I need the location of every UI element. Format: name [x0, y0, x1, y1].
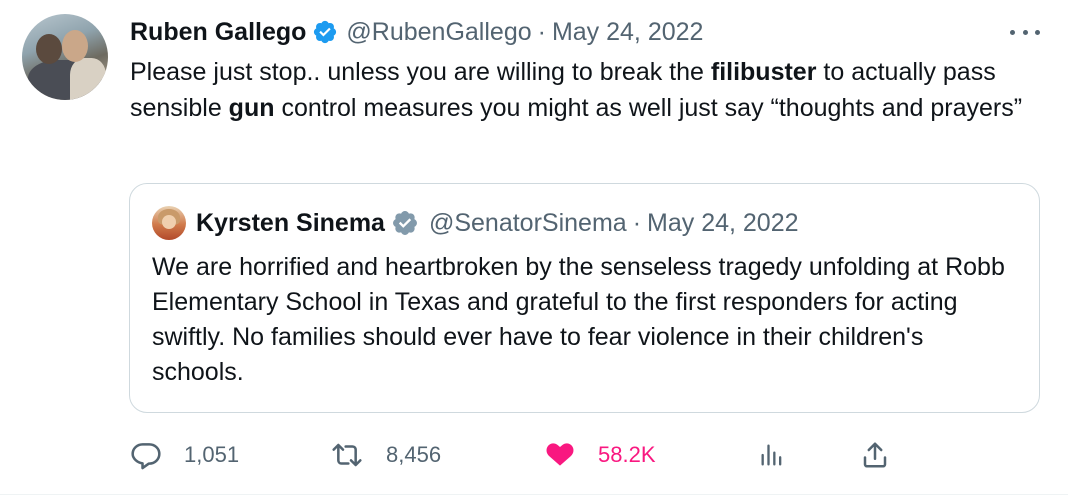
author-name[interactable]: Ruben Gallego	[130, 18, 306, 47]
retweet-icon	[332, 443, 362, 467]
retweet-button[interactable]: 8,456	[330, 434, 441, 476]
quoted-tweet[interactable]: Kyrsten Sinema @SenatorSinema · May 24, …	[129, 183, 1040, 413]
quoted-tweet-text: We are horrified and heartbroken by the …	[152, 253, 1005, 386]
bold-keyword-filibuster: filibuster	[710, 58, 817, 86]
author-avatar[interactable]	[22, 14, 108, 100]
quoted-author-name: Kyrsten Sinema	[196, 208, 385, 237]
header-separator: ·	[537, 17, 546, 46]
quoted-author-handle: @SenatorSinema	[428, 208, 627, 237]
reply-count: 1,051	[184, 442, 240, 467]
action-bar: 1,051 8,456 58.2K	[0, 434, 1068, 476]
heart-icon	[546, 443, 574, 466]
tweet-text: Please just stop.. unless you are willin…	[130, 58, 1023, 122]
bold-keyword-gun: gun	[228, 94, 275, 122]
share-icon	[863, 442, 887, 468]
divider	[0, 494, 1068, 495]
quoted-header-separator: ·	[632, 208, 642, 237]
quoted-author-avatar	[152, 206, 186, 240]
reply-icon	[131, 443, 161, 470]
author-handle[interactable]: @RubenGallego	[346, 18, 531, 47]
verified-badge-icon	[314, 20, 337, 44]
retweet-count: 8,456	[386, 442, 442, 467]
views-button[interactable]	[758, 434, 786, 476]
quoted-tweet-date: May 24, 2022	[647, 208, 799, 237]
tweet-date[interactable]: May 24, 2022	[552, 18, 704, 47]
more-icon[interactable]	[1010, 20, 1040, 44]
like-count: 58.2K	[598, 442, 656, 467]
quoted-tweet-header: Kyrsten Sinema @SenatorSinema · May 24, …	[196, 206, 799, 240]
like-button[interactable]: 58.2K	[544, 434, 656, 476]
tweet-header: Ruben Gallego @RubenGallego · May 24, 20…	[130, 16, 703, 48]
share-button[interactable]	[860, 434, 890, 476]
tweet[interactable]: Ruben Gallego @RubenGallego · May 24, 20…	[0, 0, 1068, 498]
verified-badge-icon	[393, 211, 417, 235]
reply-button[interactable]: 1,051	[130, 434, 239, 476]
views-icon	[761, 444, 782, 466]
